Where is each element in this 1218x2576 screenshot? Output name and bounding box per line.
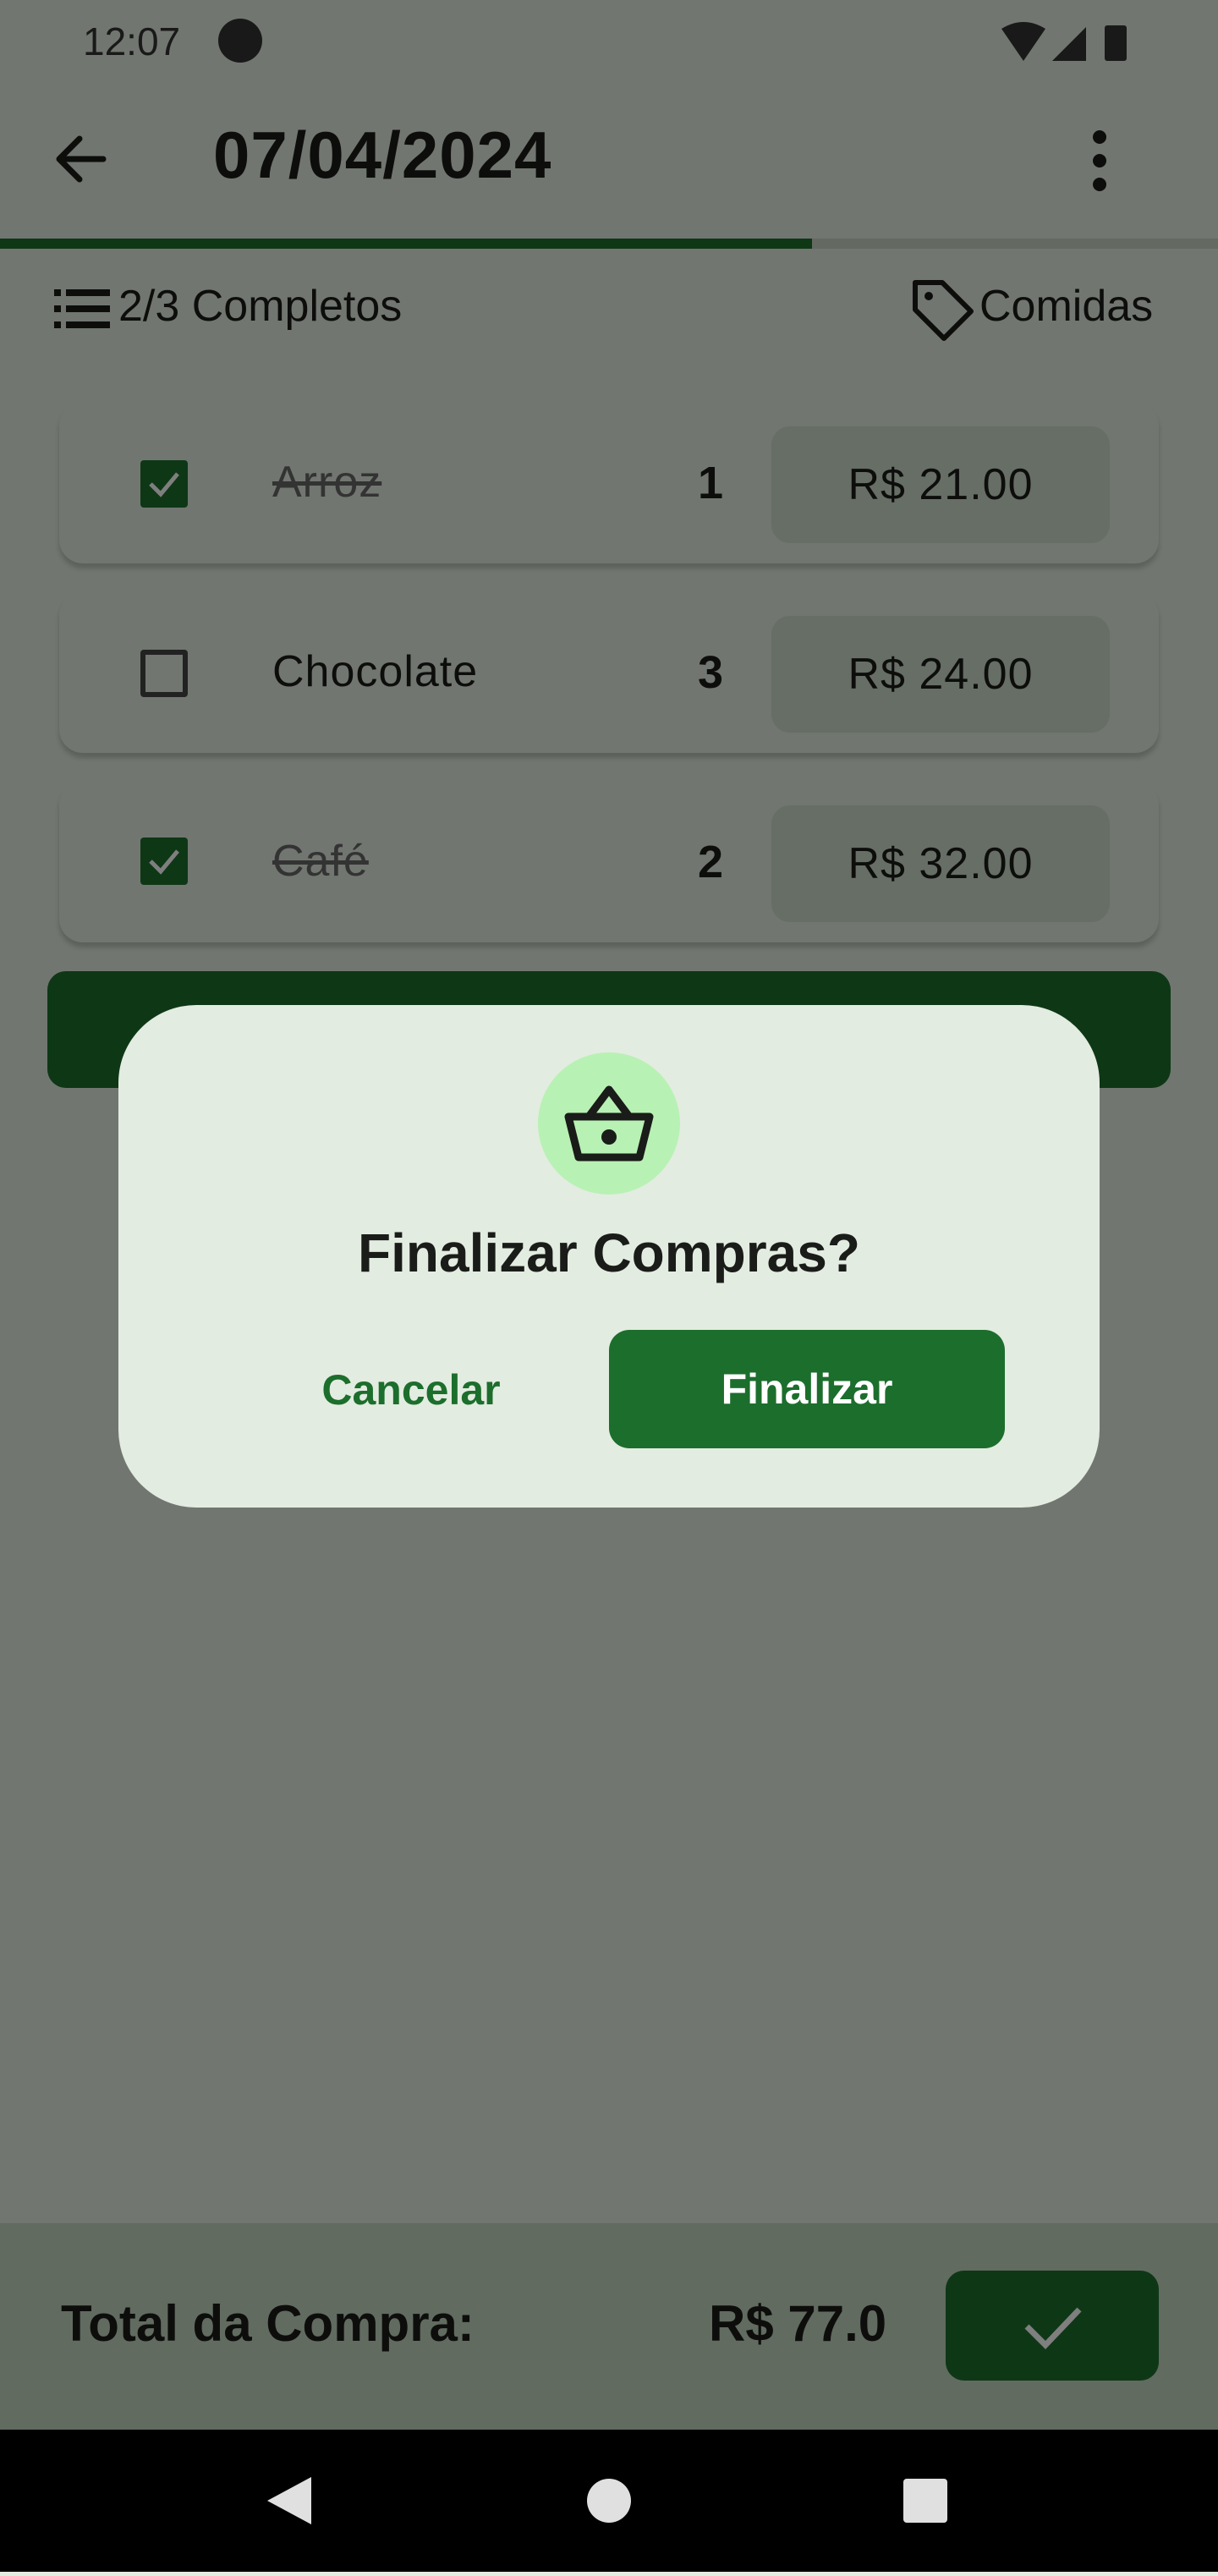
finalize-button[interactable]: Finalizar <box>609 1330 1005 1448</box>
nav-recents-icon <box>903 2479 947 2523</box>
cancel-button[interactable]: Cancelar <box>288 1332 535 1448</box>
dialog-title: Finalizar Compras? <box>358 1222 860 1283</box>
nav-buttons <box>267 2477 947 2524</box>
nav-back-icon <box>267 2477 311 2524</box>
nav-home-icon <box>587 2479 631 2523</box>
dialog-icon-container <box>538 1052 680 1195</box>
system-nav-bar <box>0 2430 1218 2572</box>
shopping-basket-icon <box>564 1085 654 1162</box>
